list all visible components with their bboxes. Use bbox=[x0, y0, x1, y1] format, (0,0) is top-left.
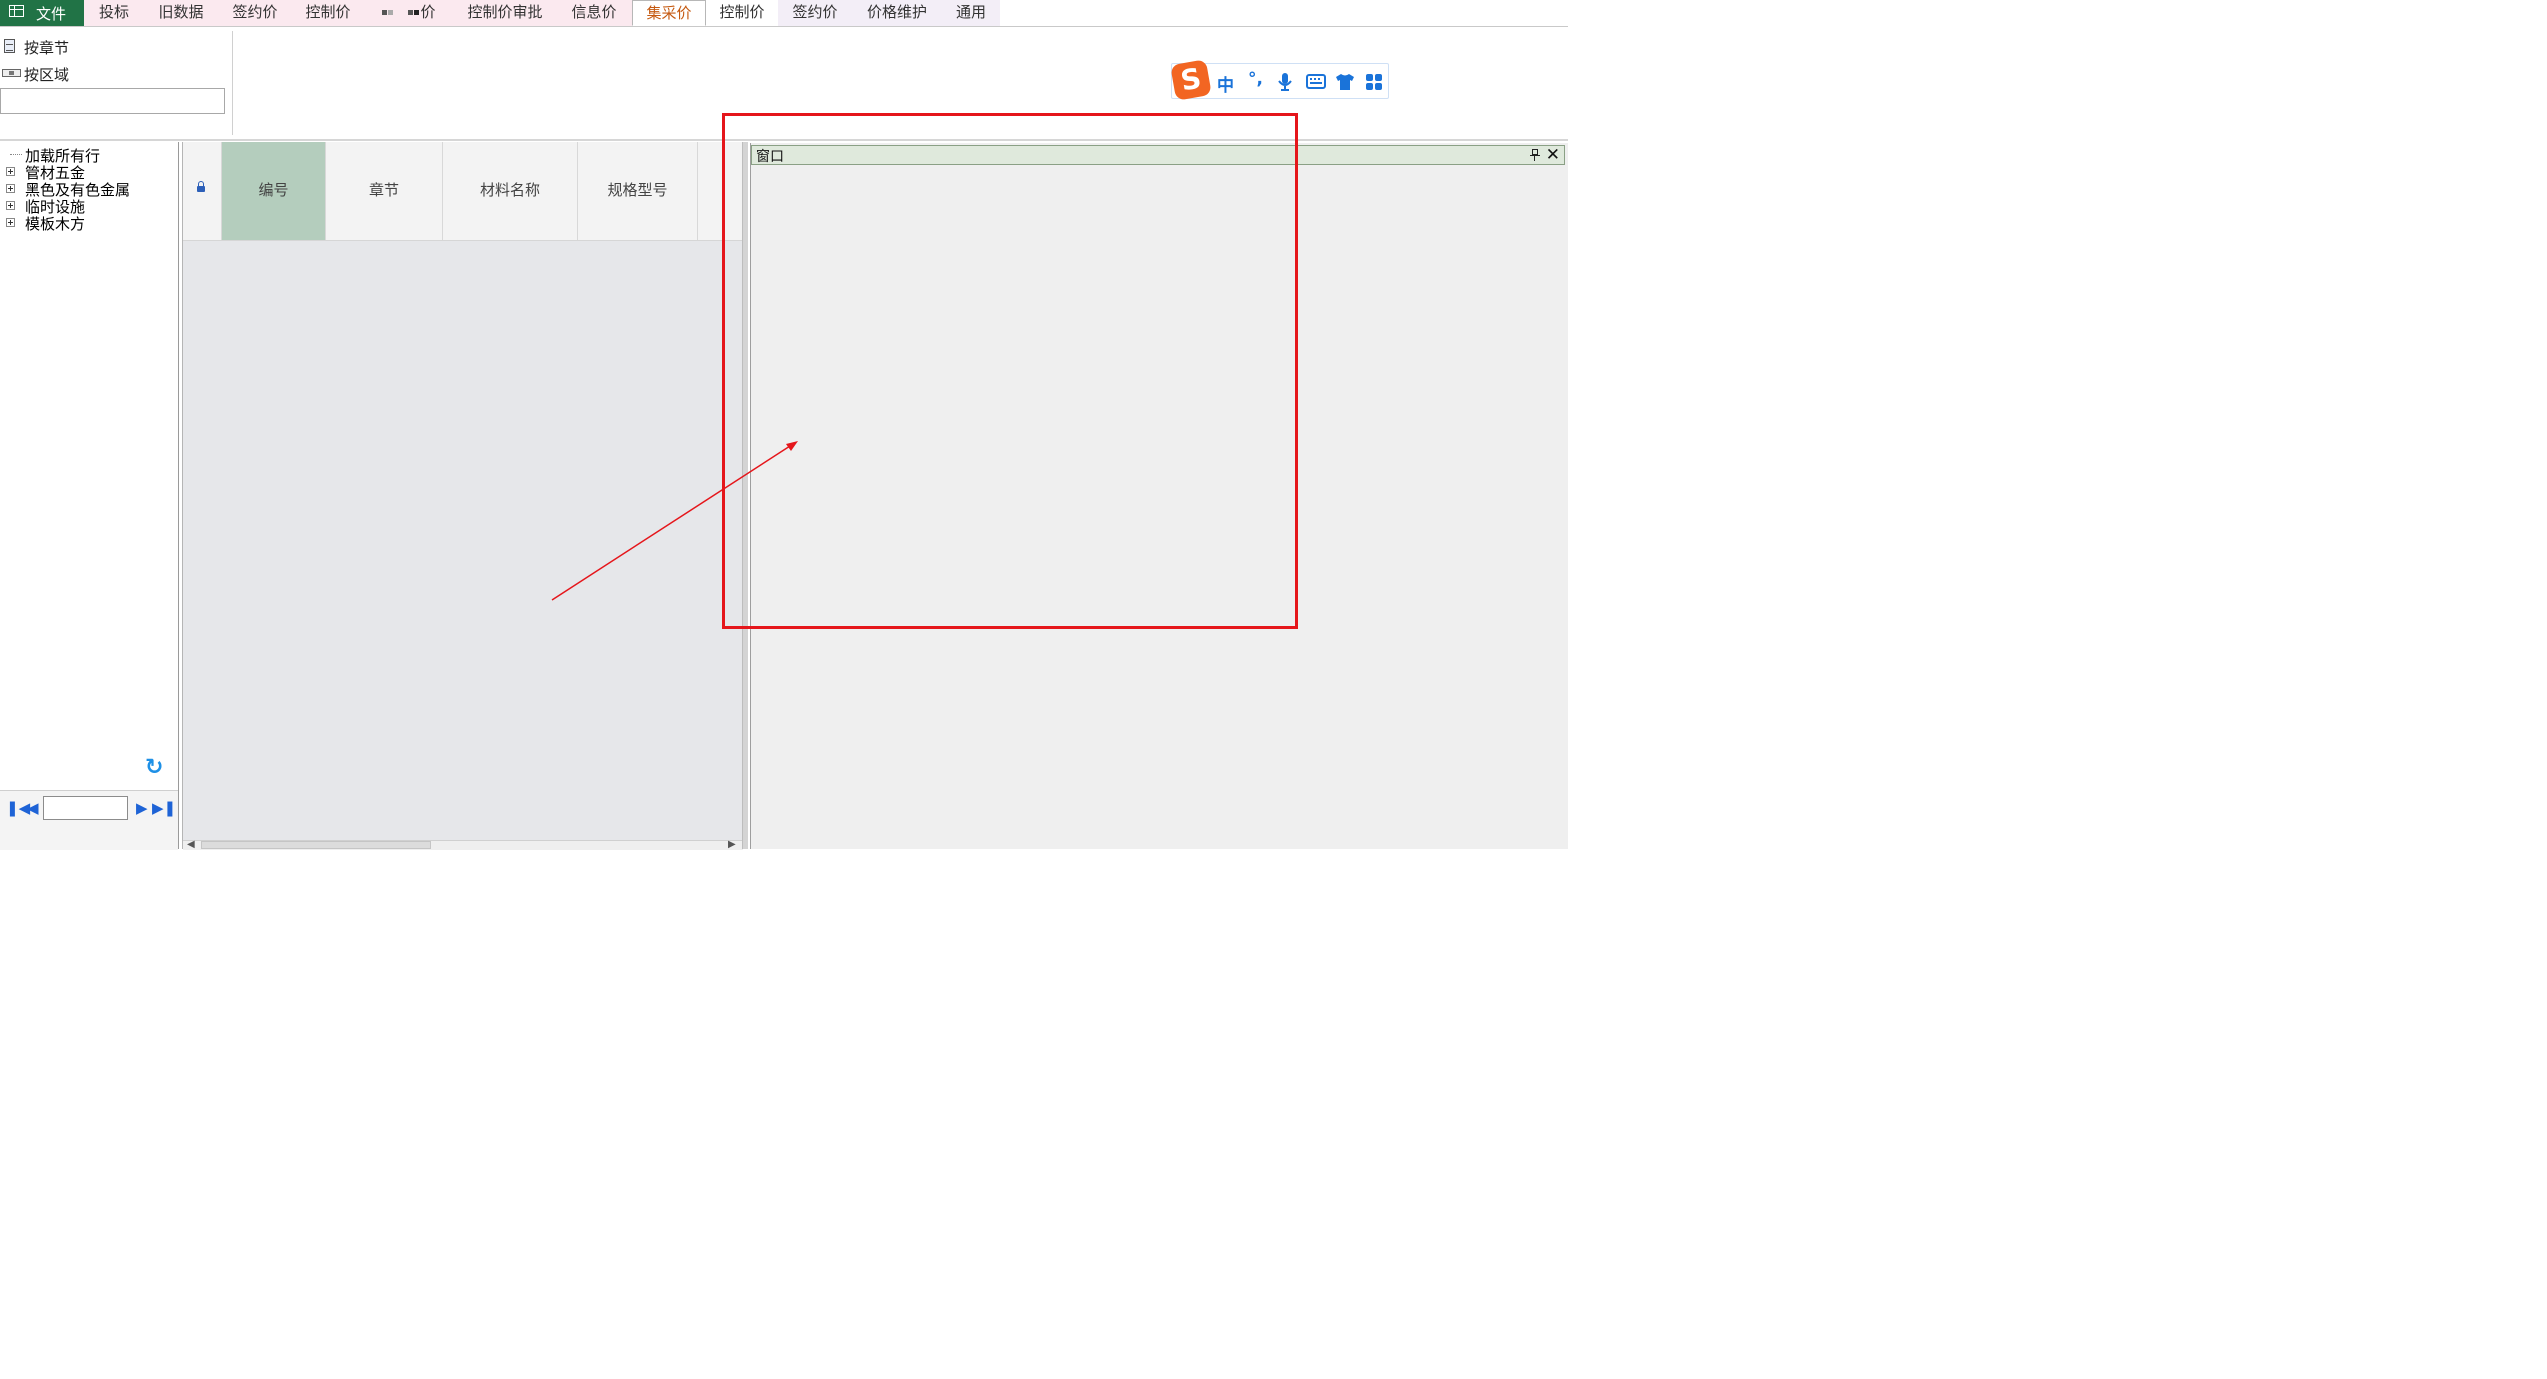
spreadsheet-icon bbox=[9, 5, 24, 17]
page-number-input[interactable] bbox=[43, 796, 128, 820]
tab-contract-price-2[interactable]: 签约价 bbox=[778, 0, 852, 26]
last-page-icon[interactable]: ▶❚ bbox=[152, 799, 176, 817]
tree-connector bbox=[10, 154, 22, 155]
scroll-right-icon[interactable]: ▶ bbox=[728, 839, 736, 850]
by-region-label: 按区域 bbox=[24, 66, 70, 84]
tab-control-price-2[interactable]: 控制价 bbox=[706, 0, 778, 26]
horizontal-scrollbar[interactable]: ◀ ▶ bbox=[183, 839, 743, 850]
pin-icon[interactable] bbox=[1530, 149, 1540, 161]
scrollbar-thumb[interactable] bbox=[201, 841, 431, 849]
tab-label: 签约价 bbox=[232, 3, 278, 21]
ime-punctuation-toggle[interactable]: °, bbox=[1248, 69, 1263, 89]
prev-page-icon[interactable]: ◀ bbox=[27, 799, 39, 817]
tab-label: 旧数据 bbox=[158, 3, 204, 21]
tab-old-data[interactable]: 旧数据 bbox=[144, 0, 218, 26]
tab-label: 投标 bbox=[98, 3, 129, 21]
next-page-icon[interactable]: ▶ bbox=[136, 799, 148, 817]
tab-label: 信息价 bbox=[571, 3, 617, 21]
ribbon-divider bbox=[232, 31, 233, 135]
tab-general[interactable]: 通用 bbox=[942, 0, 1000, 26]
close-icon[interactable]: ✕ bbox=[1546, 145, 1560, 165]
toolbox-icon[interactable] bbox=[1365, 73, 1383, 96]
tab-control-price-approval[interactable]: 控制价审批 bbox=[454, 0, 556, 26]
category-tree-panel: 加载所有行 管材五金 黑色及有色金属 临时设施 模板木方 ↻ ❚◀ ◀ ▶ ▶❚ bbox=[0, 142, 179, 850]
tab-label: 价 bbox=[420, 3, 436, 21]
tab-label: 控制价 bbox=[719, 3, 765, 21]
expand-icon[interactable] bbox=[6, 218, 15, 227]
file-menu-label: 文件 bbox=[36, 5, 67, 23]
column-header-material-name[interactable]: 材料名称 bbox=[443, 142, 578, 240]
annotation-highlight-box bbox=[722, 113, 1298, 629]
expand-icon[interactable] bbox=[6, 184, 15, 193]
lock-icon bbox=[197, 181, 205, 192]
redacted-mosaic bbox=[382, 3, 420, 21]
tab-price-maintenance[interactable]: 价格维护 bbox=[852, 0, 942, 26]
file-menu-button[interactable]: 文件 bbox=[0, 0, 84, 26]
tab-label: 价格维护 bbox=[866, 3, 927, 21]
skin-icon[interactable] bbox=[1335, 73, 1355, 96]
column-header-code[interactable]: 编号 bbox=[222, 142, 326, 240]
tab-contract-price[interactable]: 签约价 bbox=[218, 0, 292, 26]
ribbon-search-input[interactable] bbox=[0, 88, 225, 114]
tab-label: 集采价 bbox=[646, 4, 692, 22]
tab-info-price[interactable]: 信息价 bbox=[556, 0, 632, 26]
ime-mode-toggle[interactable]: 中 bbox=[1217, 71, 1234, 96]
menu-bar: 文件 投标 旧数据 签约价 控制价 价 控制价审批 信息价 集采价 控制价 签约… bbox=[0, 0, 1568, 27]
tree-pager: ❚◀ ◀ ▶ ▶❚ bbox=[0, 790, 178, 850]
grid-header: 编号 章节 材料名称 规格型号 bbox=[183, 142, 743, 241]
material-grid: 编号 章节 材料名称 规格型号 ◀ ▶ bbox=[182, 142, 743, 850]
scroll-left-icon[interactable]: ◀ bbox=[187, 839, 195, 850]
tab-label: 签约价 bbox=[792, 3, 838, 21]
document-icon bbox=[4, 39, 15, 53]
tab-control-price[interactable]: 控制价 bbox=[292, 0, 364, 26]
expand-icon[interactable] bbox=[6, 167, 15, 176]
ime-toolbar: S 中 °, bbox=[1170, 59, 1389, 101]
tab-central-purchase-price[interactable]: 集采价 bbox=[632, 0, 706, 26]
tab-bid[interactable]: 投标 bbox=[84, 0, 144, 26]
tab-label: 控制价审批 bbox=[467, 3, 543, 21]
column-header-spec-model[interactable]: 规格型号 bbox=[578, 142, 698, 240]
tree-item-label: 模板木方 bbox=[25, 215, 86, 233]
tab-redacted[interactable]: 价 bbox=[364, 0, 454, 26]
refresh-icon[interactable]: ↻ bbox=[145, 757, 165, 779]
expand-icon[interactable] bbox=[6, 201, 15, 210]
sogou-logo-icon[interactable]: S bbox=[1170, 59, 1212, 101]
column-header-chapter[interactable]: 章节 bbox=[326, 142, 443, 240]
mic-icon[interactable] bbox=[1278, 72, 1292, 97]
row-lock-column[interactable] bbox=[183, 142, 222, 240]
tab-label: 控制价 bbox=[305, 3, 351, 21]
keyboard-icon[interactable] bbox=[1306, 74, 1326, 94]
tab-label: 通用 bbox=[955, 3, 986, 21]
by-chapter-label: 按章节 bbox=[24, 39, 70, 57]
region-icon bbox=[2, 69, 21, 77]
